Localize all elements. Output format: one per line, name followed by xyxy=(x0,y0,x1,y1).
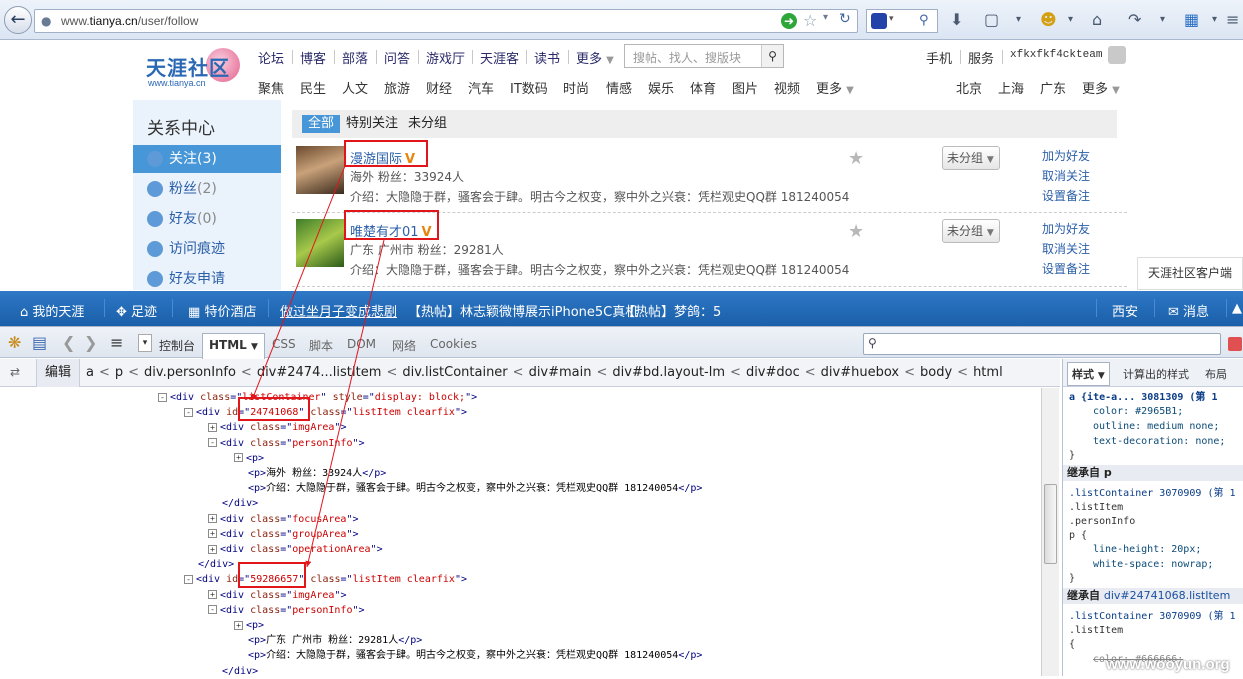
annotation-arrows xyxy=(251,165,385,568)
annotation-arrow xyxy=(305,239,385,568)
watermark: www.wooyun.org xyxy=(1106,656,1230,673)
annotation-arrow xyxy=(251,165,346,401)
